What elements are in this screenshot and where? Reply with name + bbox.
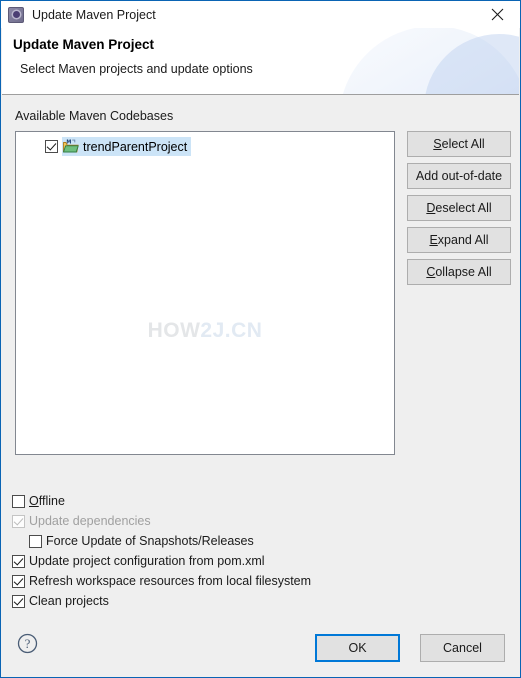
- page-subtitle: Select Maven projects and update options: [20, 62, 253, 76]
- maven-project-folder-icon: M: [62, 139, 79, 154]
- clean-projects-label: Clean projects: [29, 594, 109, 608]
- option-row-update-project-configuration[interactable]: Update project configuration from pom.xm…: [12, 551, 472, 571]
- tree-item-checkbox[interactable]: [45, 140, 58, 153]
- close-icon: [491, 8, 504, 21]
- collapse-all-button[interactable]: Collapse All: [407, 259, 511, 285]
- maven-codebases-tree[interactable]: M trendParentProject HOW2J.CN: [15, 131, 395, 455]
- update-project-configuration-checkbox[interactable]: [12, 554, 25, 568]
- expand-all-button[interactable]: Expand All: [407, 227, 511, 253]
- watermark: HOW2J.CN: [16, 319, 394, 343]
- option-row-offline[interactable]: Offline: [12, 491, 472, 511]
- ok-button[interactable]: OK: [315, 634, 400, 662]
- select-all-mnemonic: S: [433, 137, 442, 151]
- svg-text:?: ?: [25, 636, 31, 651]
- window-title: Update Maven Project: [32, 7, 156, 22]
- option-row-refresh-workspace[interactable]: Refresh workspace resources from local f…: [12, 571, 472, 591]
- close-button[interactable]: [475, 1, 520, 28]
- title-bar: Update Maven Project: [1, 1, 520, 28]
- update-project-configuration-label: Update project configuration from pom.xm…: [29, 554, 265, 568]
- force-update-label: Force Update of Snapshots/Releases: [46, 534, 254, 548]
- watermark-part-1: HOW: [147, 319, 201, 342]
- option-row-clean-projects[interactable]: Clean projects: [12, 591, 472, 611]
- expand-all-mnemonic: E: [429, 233, 438, 247]
- offline-mnemonic: O: [29, 494, 39, 508]
- deselect-all-button[interactable]: Deselect All: [407, 195, 511, 221]
- offline-checkbox[interactable]: [12, 494, 25, 508]
- select-all-label: elect All: [441, 137, 485, 151]
- refresh-workspace-checkbox[interactable]: [12, 574, 25, 588]
- help-question-icon[interactable]: ?: [17, 633, 38, 654]
- tree-item-trendparentproject[interactable]: M trendParentProject: [16, 137, 192, 156]
- dialog-body: Available Maven Codebases M trendParentP…: [2, 95, 519, 676]
- clean-projects-checkbox[interactable]: [12, 594, 25, 608]
- tree-item-label: trendParentProject: [83, 139, 188, 154]
- force-update-checkbox[interactable]: [29, 534, 42, 548]
- watermark-part-2: 2J.CN: [200, 319, 263, 342]
- available-codebases-label: Available Maven Codebases: [15, 109, 174, 123]
- dialog-header: Update Maven Project Select Maven projec…: [2, 28, 519, 95]
- update-maven-project-dialog: Update Maven Project Update Maven Projec…: [0, 0, 521, 678]
- dialog-footer: ? OK Cancel: [2, 622, 519, 676]
- option-row-update-dependencies: Update dependencies: [12, 511, 472, 531]
- cancel-button[interactable]: Cancel: [420, 634, 505, 662]
- update-options-group: Offline Update dependencies Force Update…: [12, 491, 472, 611]
- select-all-button[interactable]: Select All: [407, 131, 511, 157]
- refresh-workspace-label: Refresh workspace resources from local f…: [29, 574, 312, 588]
- deselect-all-label: eselect All: [435, 201, 492, 215]
- offline-label: Offline: [29, 494, 65, 508]
- add-out-of-date-button[interactable]: Add out-of-date: [407, 163, 511, 189]
- tree-item-selection: M trendParentProject: [62, 137, 192, 156]
- page-title: Update Maven Project: [13, 37, 155, 52]
- expand-all-label: xpand All: [437, 233, 489, 247]
- tree-action-buttons: Select All Add out-of-date Deselect All …: [407, 131, 511, 291]
- update-dependencies-checkbox: [12, 514, 25, 528]
- update-dependencies-label: Update dependencies: [29, 514, 151, 528]
- header-separator: [2, 94, 519, 95]
- option-row-force-update[interactable]: Force Update of Snapshots/Releases: [12, 531, 472, 551]
- svg-text:M: M: [66, 139, 71, 145]
- collapse-all-mnemonic: C: [426, 265, 436, 279]
- maven-gear-icon: [8, 6, 24, 23]
- collapse-all-label: ollapse All: [435, 265, 492, 279]
